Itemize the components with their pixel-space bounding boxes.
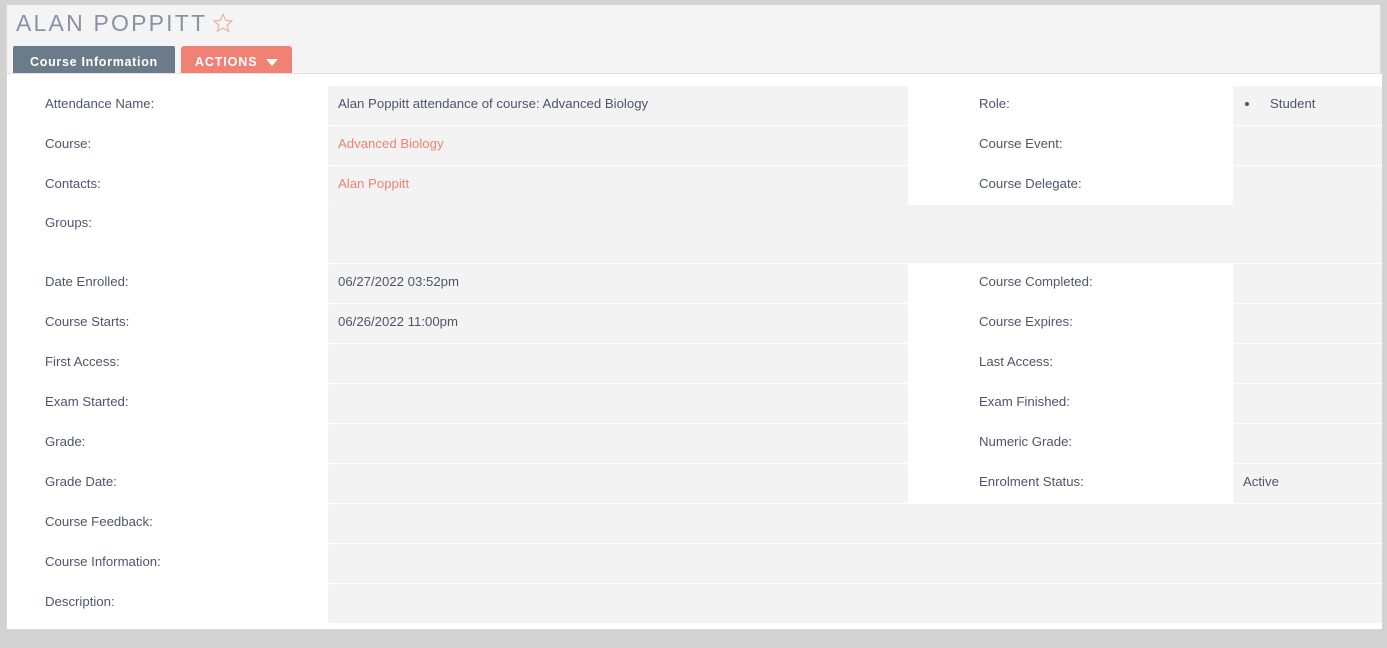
label-course-completed: Course Completed: bbox=[979, 274, 1093, 289]
label-course-starts: Course Starts: bbox=[45, 314, 130, 329]
row-course-starts-expires: Course Starts: 06/26/2022 11:00pm Course… bbox=[7, 304, 1382, 343]
label-grade: Grade: bbox=[45, 434, 86, 449]
row-course-feedback: Course Feedback: bbox=[7, 504, 1382, 543]
column-gap bbox=[908, 86, 941, 125]
value-course-expires bbox=[1233, 304, 1382, 343]
title-row: ALAN POPPITT bbox=[16, 5, 234, 41]
value-course-information bbox=[328, 544, 1382, 583]
column-gap bbox=[908, 264, 941, 303]
row-first-last-access: First Access: Last Access: bbox=[7, 344, 1382, 383]
value-exam-started bbox=[328, 384, 908, 423]
column-gap bbox=[908, 126, 941, 165]
value-attendance-name: Alan Poppitt attendance of course: Advan… bbox=[328, 86, 908, 125]
value-course: Advanced Biology bbox=[328, 126, 908, 165]
row-exam-started-finished: Exam Started: Exam Finished: bbox=[7, 384, 1382, 423]
label-attendance-name: Attendance Name: bbox=[45, 96, 155, 111]
value-course-delegate bbox=[1233, 166, 1382, 205]
course-information-panel: Attendance Name: Alan Poppitt attendance… bbox=[7, 73, 1382, 629]
status-badge: Active bbox=[1233, 464, 1382, 503]
label-numeric-grade: Numeric Grade: bbox=[979, 434, 1073, 449]
page-header: ALAN POPPITT Course Information ACTIONS bbox=[7, 5, 1380, 79]
row-grade-numeric: Grade: Numeric Grade: bbox=[7, 424, 1382, 463]
label-last-access: Last Access: bbox=[979, 354, 1054, 369]
row-attendance-name-role: Attendance Name: Alan Poppitt attendance… bbox=[7, 86, 1382, 125]
label-groups: Groups: bbox=[45, 215, 92, 230]
row-course-event: Course: Advanced Biology Course Event: bbox=[7, 126, 1382, 165]
value-exam-finished bbox=[1233, 384, 1382, 423]
label-course-information: Course Information: bbox=[45, 554, 161, 569]
value-date-enrolled: 06/27/2022 03:52pm bbox=[328, 264, 908, 303]
page-title: ALAN POPPITT bbox=[16, 9, 208, 36]
column-gap bbox=[908, 424, 941, 463]
column-gap bbox=[908, 166, 941, 205]
value-numeric-grade bbox=[1233, 424, 1382, 463]
label-grade-date: Grade Date: bbox=[45, 474, 117, 489]
role-list: Student bbox=[1243, 96, 1382, 111]
label-course: Course: bbox=[45, 136, 92, 151]
column-gap bbox=[908, 464, 941, 503]
course-link[interactable]: Advanced Biology bbox=[338, 136, 444, 151]
label-description: Description: bbox=[45, 594, 115, 609]
value-grade-date bbox=[328, 464, 908, 503]
row-contacts-delegate: Contacts: Alan Poppitt Course Delegate: bbox=[7, 166, 1382, 205]
row-grade-date-enrolment-status: Grade Date: Enrolment Status: Active bbox=[7, 464, 1382, 503]
label-enrolment-status: Enrolment Status: bbox=[979, 474, 1084, 489]
column-gap bbox=[908, 304, 941, 343]
label-course-delegate: Course Delegate: bbox=[979, 176, 1082, 191]
value-course-completed bbox=[1233, 264, 1382, 303]
label-exam-finished: Exam Finished: bbox=[979, 394, 1070, 409]
value-groups bbox=[328, 205, 1382, 263]
row-date-enrolled-completed: Date Enrolled: 06/27/2022 03:52pm Course… bbox=[7, 264, 1382, 303]
page-background: ALAN POPPITT Course Information ACTIONS bbox=[0, 0, 1387, 648]
row-groups: Groups: bbox=[7, 205, 1382, 263]
value-last-access bbox=[1233, 344, 1382, 383]
value-description bbox=[328, 584, 1382, 623]
actions-button-label: ACTIONS bbox=[194, 55, 258, 69]
label-role: Role: bbox=[979, 96, 1010, 111]
label-course-event: Course Event: bbox=[979, 136, 1063, 151]
field-grid: Attendance Name: Alan Poppitt attendance… bbox=[7, 86, 1382, 624]
value-course-feedback bbox=[328, 504, 1382, 543]
value-course-starts: 06/26/2022 11:00pm bbox=[328, 304, 908, 343]
column-gap bbox=[908, 384, 941, 423]
row-course-information: Course Information: bbox=[7, 544, 1382, 583]
label-contacts: Contacts: bbox=[45, 176, 101, 191]
label-exam-started: Exam Started: bbox=[45, 394, 129, 409]
chevron-down-icon bbox=[266, 58, 279, 66]
role-list-item: Student bbox=[1260, 96, 1382, 111]
label-course-feedback: Course Feedback: bbox=[45, 514, 153, 529]
value-course-event bbox=[1233, 126, 1382, 165]
value-contacts: Alan Poppitt bbox=[328, 166, 908, 205]
value-first-access bbox=[328, 344, 908, 383]
label-date-enrolled: Date Enrolled: bbox=[45, 274, 129, 289]
label-course-expires: Course Expires: bbox=[979, 314, 1073, 329]
star-outline-icon[interactable] bbox=[212, 12, 234, 34]
value-role: Student bbox=[1233, 86, 1382, 125]
contact-link[interactable]: Alan Poppitt bbox=[338, 176, 409, 191]
label-first-access: First Access: bbox=[45, 354, 120, 369]
column-gap bbox=[908, 344, 941, 383]
value-grade bbox=[328, 424, 908, 463]
row-description: Description: bbox=[7, 584, 1382, 623]
app-frame: ALAN POPPITT Course Information ACTIONS bbox=[6, 4, 1382, 630]
